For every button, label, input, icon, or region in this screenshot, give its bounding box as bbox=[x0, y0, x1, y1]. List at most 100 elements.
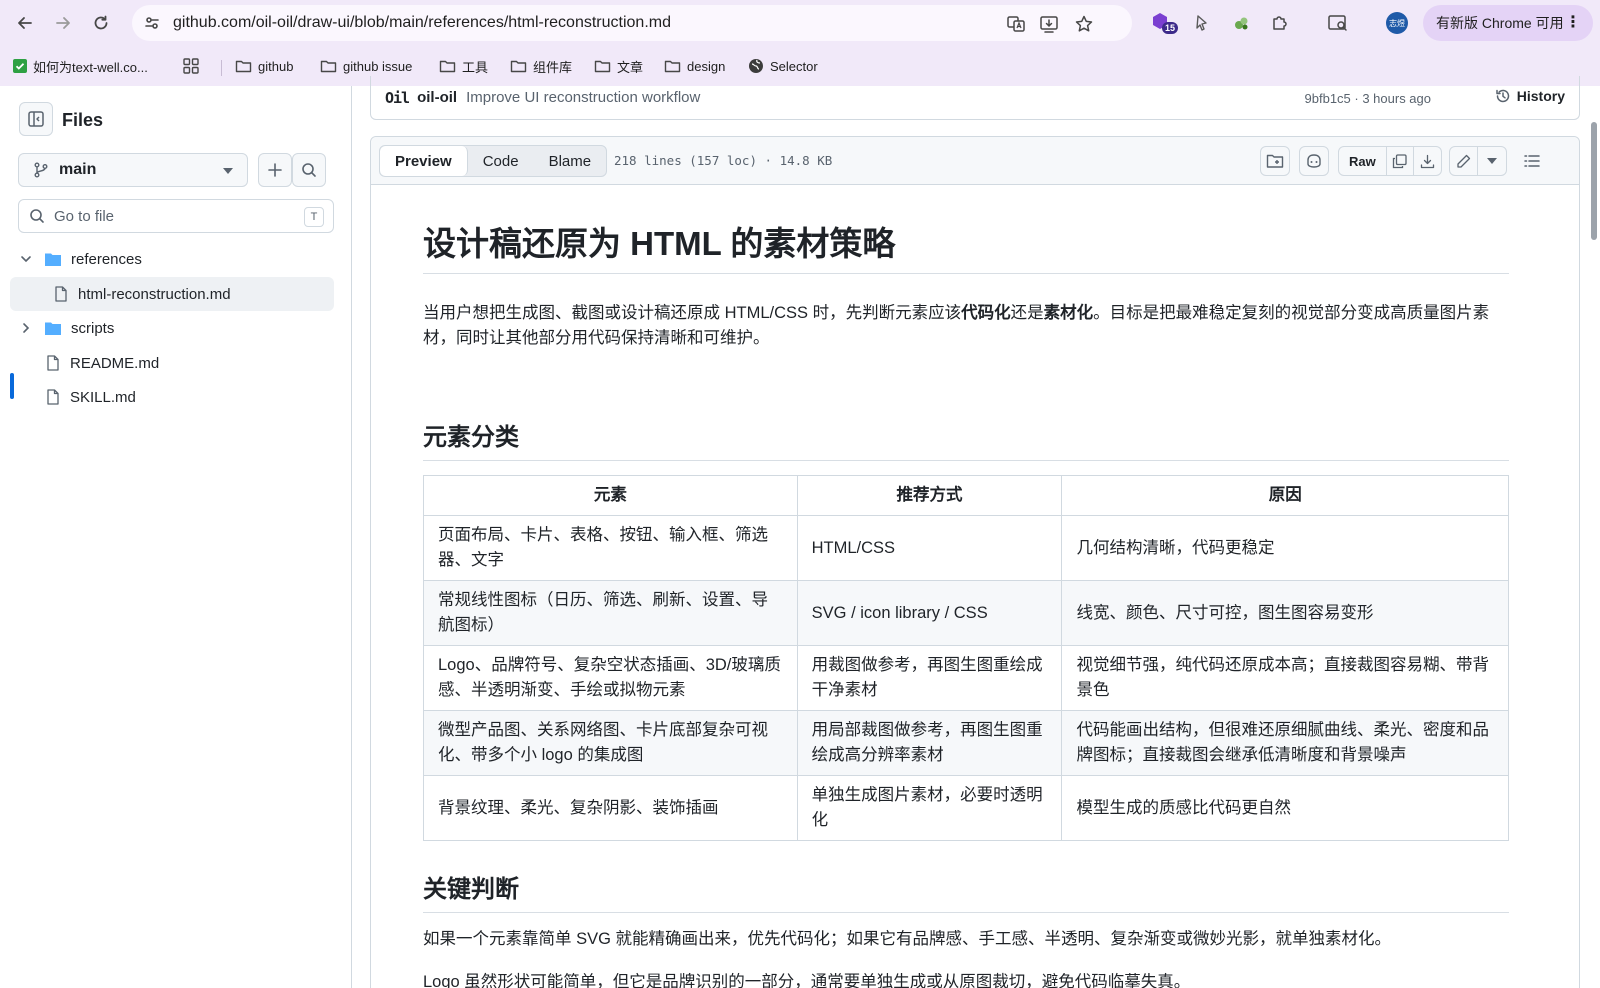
file-tree-sidebar: Files main Go to file T references html-… bbox=[0, 86, 352, 988]
reload-button[interactable] bbox=[88, 10, 114, 36]
collapse-sidebar-button[interactable] bbox=[19, 102, 53, 136]
tab-code[interactable]: Code bbox=[468, 146, 534, 176]
author-logo[interactable]: Oil bbox=[385, 89, 410, 107]
outline-button[interactable] bbox=[1517, 146, 1547, 176]
back-button[interactable] bbox=[12, 10, 38, 36]
bookmark-label: 如何为text-well.co... bbox=[33, 59, 148, 75]
symbols-button[interactable] bbox=[1260, 146, 1290, 176]
site-info-button[interactable] bbox=[140, 11, 164, 35]
commit-message[interactable]: Improve UI reconstruction workflow bbox=[466, 89, 700, 106]
latest-commit-bar: Oil oil-oil Improve UI reconstruction wo… bbox=[370, 76, 1580, 120]
doc-paragraph: Logo 虽然形状可能简单，但它是品牌识别的一部分，通常要单独生成或从原图裁切，… bbox=[423, 973, 1191, 988]
extensions-menu-button[interactable] bbox=[1268, 11, 1292, 35]
extension-badge-button[interactable]: 15 bbox=[1150, 11, 1179, 35]
history-icon bbox=[1496, 89, 1510, 103]
table-cell: 几何结构清晰，代码更稳定 bbox=[1061, 515, 1509, 581]
tree-folder-scripts[interactable]: scripts bbox=[10, 311, 334, 345]
table-cell: 代码能画出结构，但很难还原细腻曲线、柔光、密度和品牌图标；直接裁图会继承低清晰度… bbox=[1061, 710, 1509, 776]
history-button[interactable]: History bbox=[1495, 88, 1565, 104]
tree-file-skill[interactable]: SKILL.md bbox=[10, 380, 334, 414]
section-heading: 元素分类 bbox=[423, 417, 1509, 461]
star-icon bbox=[1075, 15, 1093, 32]
github-page: Files main Go to file T references html-… bbox=[0, 76, 1600, 988]
bookmark-folder[interactable]: design bbox=[664, 55, 725, 77]
commit-sha-time[interactable]: 9bfb1c5 · 3 hours ago bbox=[1305, 91, 1431, 106]
add-file-button[interactable] bbox=[258, 153, 292, 187]
bookmark-folder[interactable]: 工具 bbox=[439, 55, 488, 77]
table-cell: 视觉细节强，纯代码还原成本高；直接裁图容易糊、带背景色 bbox=[1061, 645, 1509, 711]
arrow-right-icon bbox=[56, 17, 70, 29]
copilot-button[interactable] bbox=[1299, 146, 1329, 176]
bookmark-label: 文章 bbox=[617, 59, 644, 75]
scrollbar-thumb[interactable] bbox=[1591, 122, 1597, 240]
bookmark-star-button[interactable] bbox=[1073, 13, 1095, 35]
extension-green-button[interactable] bbox=[1229, 11, 1253, 35]
file-meta: 218 lines (157 loc) · 14.8 KB bbox=[614, 153, 833, 168]
go-to-file-input[interactable]: Go to file T bbox=[18, 199, 334, 233]
url-text[interactable]: github.com/oil-oil/draw-ui/blob/main/ref… bbox=[173, 14, 671, 32]
doc-paragraph: 如果一个元素靠简单 SVG 就能精确画出来，优先代码化；如果它有品牌感、手工感、… bbox=[423, 930, 1392, 948]
history-label: History bbox=[1516, 88, 1565, 104]
chrome-update-button[interactable]: 有新版 Chrome 可用 ⋮ bbox=[1423, 5, 1593, 41]
edit-options-button[interactable] bbox=[1478, 147, 1506, 175]
tab-blame[interactable]: Blame bbox=[534, 146, 607, 176]
install-app-button[interactable] bbox=[1038, 13, 1060, 35]
tree-item-label: scripts bbox=[71, 319, 115, 337]
extension-cursor-button[interactable] bbox=[1190, 11, 1214, 35]
bookmark-divider bbox=[221, 60, 222, 76]
search-files-button[interactable] bbox=[292, 153, 326, 187]
file-icon bbox=[55, 286, 67, 302]
bookmark-folder[interactable]: github bbox=[235, 55, 293, 77]
translate-button[interactable] bbox=[1005, 13, 1027, 35]
tree-file-html-reconstruction[interactable]: html-reconstruction.md bbox=[10, 277, 334, 311]
raw-button[interactable]: Raw bbox=[1339, 147, 1387, 175]
plus-icon bbox=[268, 163, 282, 177]
file-content-box: Preview Code Blame 218 lines (157 loc) ·… bbox=[370, 136, 1580, 988]
puzzle-icon bbox=[1273, 16, 1287, 30]
table-row: 常规线性图标（日历、筛选、刷新、设置、导航图标） SVG / icon libr… bbox=[423, 580, 1509, 646]
address-bar[interactable]: github.com/oil-oil/draw-ui/blob/main/ref… bbox=[132, 5, 1132, 41]
folder-icon bbox=[45, 322, 61, 335]
tune-icon bbox=[145, 17, 159, 29]
edit-group bbox=[1449, 146, 1507, 176]
kebab-menu-icon[interactable]: ⋮ bbox=[1565, 12, 1581, 32]
list-outline-icon bbox=[1524, 155, 1540, 167]
apps-button[interactable] bbox=[183, 55, 199, 77]
tab-search-button[interactable] bbox=[1326, 11, 1350, 35]
globe-icon bbox=[749, 59, 763, 73]
intro-text: 还是 bbox=[1010, 304, 1044, 322]
edit-button[interactable] bbox=[1450, 147, 1478, 175]
folder-open-icon bbox=[45, 253, 61, 266]
profile-avatar[interactable]: 志煜 bbox=[1386, 12, 1408, 34]
translate-icon bbox=[1007, 16, 1025, 32]
table-cell: 模型生成的质感比代码更自然 bbox=[1061, 775, 1509, 841]
bookmark-label: github bbox=[258, 58, 294, 74]
bookmark-label: Selector bbox=[770, 58, 818, 74]
tree-file-readme[interactable]: README.md bbox=[10, 346, 334, 380]
copilot-icon bbox=[1307, 154, 1321, 168]
page-scrollbar[interactable] bbox=[1588, 116, 1598, 988]
bookmark-folder[interactable]: github issue bbox=[320, 55, 412, 77]
tab-search-icon bbox=[1328, 15, 1347, 31]
bookmark-folder[interactable]: 组件库 bbox=[510, 55, 572, 77]
folder-icon bbox=[235, 60, 252, 73]
table-row: Logo、品牌符号、复杂空状态插画、3D/玻璃质感、半透明渐变、手绘或拟物元素 … bbox=[423, 645, 1509, 711]
arrow-left-icon bbox=[18, 17, 32, 29]
tree-folder-references[interactable]: references bbox=[10, 242, 334, 276]
tree-item-label: references bbox=[71, 250, 142, 268]
bookmark-item[interactable]: Selector bbox=[748, 55, 818, 77]
tab-preview[interactable]: Preview bbox=[380, 146, 468, 176]
table-cell: HTML/CSS bbox=[796, 515, 1063, 581]
copy-button[interactable] bbox=[1387, 147, 1414, 175]
go-to-file-placeholder: Go to file bbox=[54, 207, 115, 225]
file-icon bbox=[47, 389, 59, 405]
branch-selector[interactable]: main bbox=[18, 153, 248, 187]
chevron-down-icon bbox=[21, 256, 31, 263]
sidebar-collapse-icon bbox=[28, 111, 44, 127]
download-button[interactable] bbox=[1414, 147, 1441, 175]
leaf-extension-icon bbox=[1235, 17, 1248, 30]
commit-author[interactable]: oil-oil bbox=[417, 89, 457, 106]
bookmark-folder[interactable]: 文章 bbox=[594, 55, 643, 77]
forward-button[interactable] bbox=[50, 10, 76, 36]
bookmark-item[interactable]: 如何为text-well.co... bbox=[13, 55, 148, 77]
